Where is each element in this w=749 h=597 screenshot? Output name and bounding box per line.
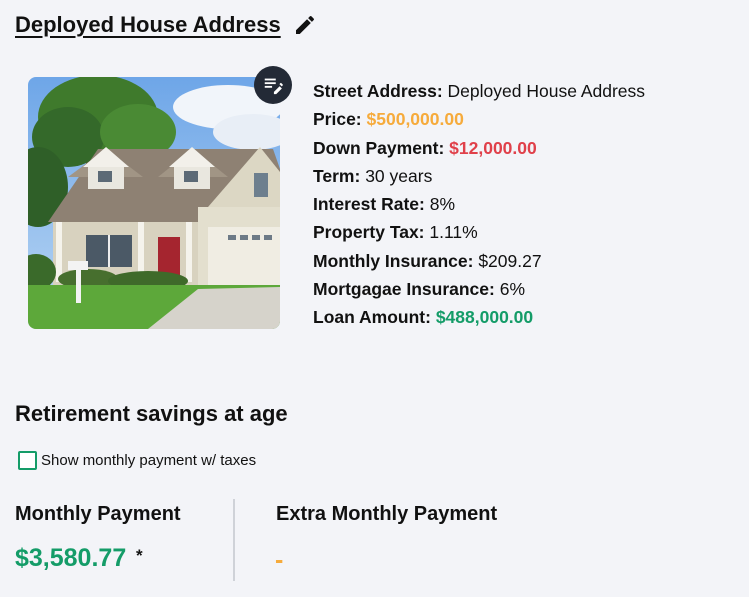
detail-label: Interest Rate: [313,194,425,215]
detail-down-payment: Down Payment: $12,000.00 [313,134,645,162]
detail-label: Street Address: [313,81,443,101]
monthly-payment-footnote-marker: * [136,546,143,565]
page-title: Deployed House Address [15,12,281,37]
detail-monthly-insurance: Monthly Insurance: $209.27 [313,247,645,275]
detail-loan-amount: Loan Amount: $488,000.00 [313,303,645,331]
property-details: Street Address: Deployed House Address P… [313,77,645,332]
detail-label: Loan Amount: [313,307,431,328]
detail-value: $209.27 [478,250,542,271]
notes-edit-button[interactable] [254,66,292,104]
detail-mortgage-insurance: Mortgagae Insurance: 6% [313,275,645,303]
detail-value: 1.11% [429,222,478,243]
extra-monthly-payment-value: - [275,546,284,574]
detail-label: Property Tax: [313,222,425,243]
show-taxes-checkbox-label: Show monthly payment w/ taxes [41,452,257,469]
detail-label: Mortgagae Insurance: [313,279,495,300]
detail-label: Price: [313,109,362,130]
show-taxes-checkbox-row[interactable]: Show monthly payment w/ taxes [18,451,256,470]
house-photo [28,77,280,329]
detail-value: Deployed House Address [447,81,646,101]
detail-value: $488,000.00 [435,307,534,328]
detail-interest-rate: Interest Rate: 8% [313,190,645,218]
notes-edit-icon [264,78,283,95]
detail-value: 8% [429,194,456,215]
detail-term: Term: 30 years [313,162,645,190]
pencil-icon[interactable] [293,13,317,37]
detail-value: 30 years [365,165,433,186]
detail-price: Price: $500,000.00 [313,105,645,133]
detail-property-tax: Property Tax: 1.11% [313,218,645,246]
extra-monthly-payment-label: Extra Monthly Payment [276,503,498,525]
detail-label: Monthly Insurance: [313,250,474,271]
monthly-payment-label: Monthly Payment [15,503,181,525]
retirement-section-title: Retirement savings at age [15,401,288,426]
detail-street-address: Street Address: Deployed House Address [313,77,645,105]
detail-value: $500,000.00 [366,109,464,130]
detail-label: Term: [313,165,361,186]
payment-divider [233,499,235,581]
show-taxes-checkbox[interactable] [18,451,37,470]
detail-value: 6% [499,279,526,300]
detail-label: Down Payment: [313,137,445,158]
detail-value: $12,000.00 [449,137,537,158]
monthly-payment-value: $3,580.77 [15,544,127,572]
title-row: Deployed House Address [15,12,317,38]
